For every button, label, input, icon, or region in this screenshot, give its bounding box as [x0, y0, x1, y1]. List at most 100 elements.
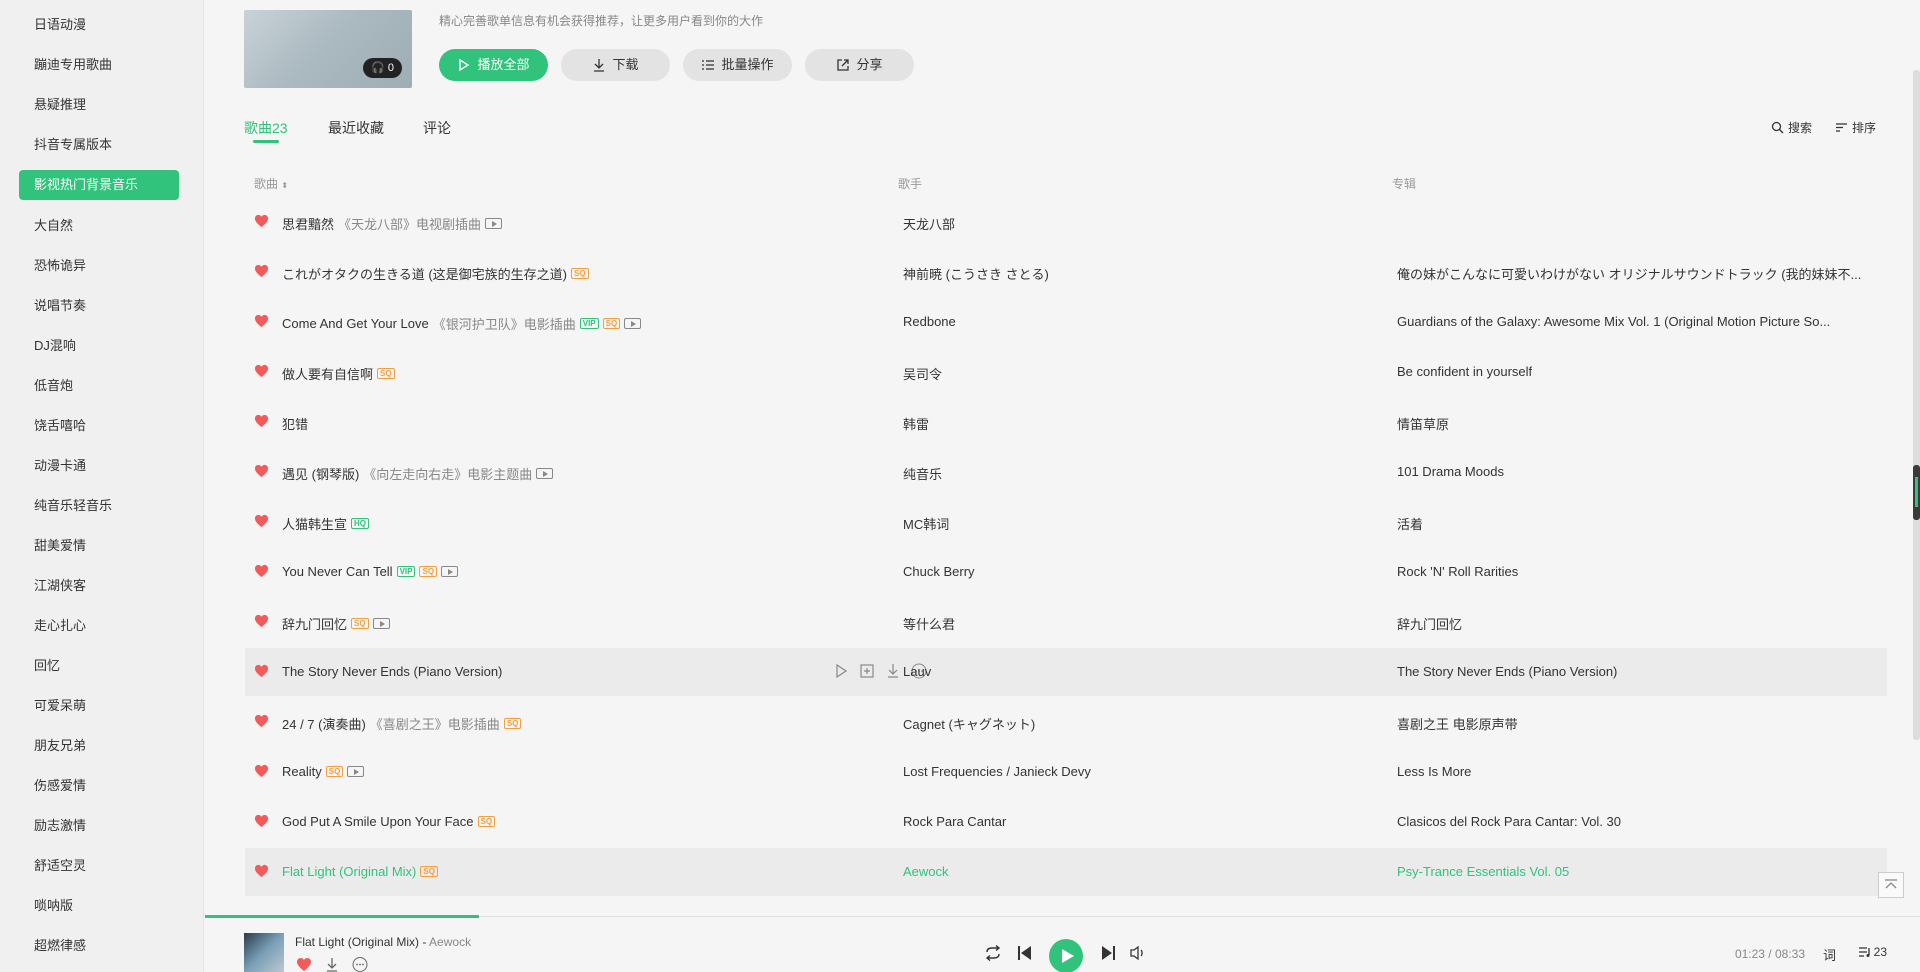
heart-icon[interactable] — [254, 714, 269, 728]
song-album[interactable]: Less Is More — [1397, 764, 1471, 779]
song-singer[interactable]: Cagnet (キャグネット) — [903, 714, 1035, 733]
song-album[interactable]: 俺の妹がこんなに可愛いわけがない オリジナルサウンドトラック (我的妹妹不... — [1397, 264, 1861, 283]
mv-icon[interactable] — [485, 218, 503, 229]
sidebar-item[interactable]: 日语动漫 — [19, 10, 179, 40]
heart-icon[interactable] — [254, 514, 269, 528]
song-album[interactable]: Clasicos del Rock Para Cantar: Vol. 30 — [1397, 814, 1621, 829]
song-row[interactable]: The Story Never Ends (Piano Version) Lauv… — [245, 648, 1887, 696]
search-button[interactable]: 搜索 — [1771, 119, 1812, 136]
song-singer[interactable]: 神前暁 (こうさき さとる) — [903, 264, 1049, 283]
song-singer[interactable]: Chuck Berry — [903, 564, 975, 579]
song-title[interactable]: Flat Light (Original Mix) SQ — [282, 864, 438, 879]
sidebar-item[interactable]: 低音炮 — [19, 371, 179, 401]
song-row[interactable]: You Never Can Tell VIP SQ Chuck Berry Rock '… — [245, 548, 1887, 596]
heart-icon[interactable] — [254, 664, 269, 678]
tab-songs[interactable]: 歌曲23 — [244, 118, 288, 138]
heart-icon[interactable] — [254, 564, 269, 578]
song-title[interactable]: これがオタクの生きる道 (这是御宅族的生存之道) SQ — [282, 264, 589, 283]
sidebar-item[interactable]: 唢呐版 — [19, 891, 179, 921]
song-album[interactable]: 喜剧之王 电影原声带 — [1397, 714, 1518, 733]
play-all-button[interactable]: 播放全部 — [439, 49, 548, 81]
heart-icon[interactable] — [254, 614, 269, 628]
mv-icon[interactable] — [347, 766, 365, 777]
song-title[interactable]: 做人要有自信啊 SQ — [282, 364, 395, 383]
sidebar-item[interactable]: 朋友兄弟 — [19, 731, 179, 761]
sidebar-item[interactable]: 伤感爱情 — [19, 771, 179, 801]
heart-icon[interactable] — [296, 957, 312, 972]
sidebar-item[interactable]: 蹦迪专用歌曲 — [19, 50, 179, 80]
heart-icon[interactable] — [254, 314, 269, 328]
song-title[interactable]: 人猫韩生宣 HQ — [282, 514, 370, 533]
play-icon[interactable] — [833, 663, 849, 679]
song-row[interactable]: 犯错 韩雷 情笛草原 — [245, 398, 1887, 446]
sidebar-item[interactable]: 说唱节奏 — [19, 291, 179, 321]
more-icon[interactable] — [352, 957, 368, 972]
heart-icon[interactable] — [254, 864, 269, 878]
sidebar-item[interactable]: 大自然 — [19, 211, 179, 241]
scrollbar-thumb[interactable] — [1913, 465, 1920, 520]
song-title[interactable]: 24 / 7 (演奏曲) 《喜剧之王》电影插曲 SQ — [282, 714, 522, 733]
mv-icon[interactable] — [624, 318, 642, 329]
song-album[interactable]: 活着 — [1397, 514, 1423, 533]
song-title[interactable]: Reality SQ — [282, 764, 365, 779]
sidebar-item[interactable]: 饶舌嘻哈 — [19, 411, 179, 441]
volume-icon[interactable] — [1130, 945, 1146, 961]
song-album[interactable]: Be confident in yourself — [1397, 364, 1532, 379]
song-singer[interactable]: 吴司令 — [903, 364, 942, 383]
sidebar-item[interactable]: 动漫卡通 — [19, 451, 179, 481]
back-to-top-button[interactable] — [1878, 872, 1904, 898]
song-row[interactable]: God Put A Smile Upon Your Face SQ Rock Par… — [245, 798, 1887, 846]
song-row[interactable]: Reality SQ Lost Frequencies / Janieck Devy… — [245, 748, 1887, 796]
song-singer[interactable]: Aewock — [903, 864, 949, 879]
sort-button[interactable]: 排序 — [1835, 119, 1876, 136]
column-header-song[interactable]: 歌曲 ⬍ — [254, 175, 288, 192]
tab-recent[interactable]: 最近收藏 — [328, 118, 384, 138]
sidebar-item[interactable]: 悬疑推理 — [19, 90, 179, 120]
song-title[interactable]: 思君黯然 《天龙八部》电视剧插曲 — [282, 214, 503, 233]
sidebar-item[interactable]: 恐怖诡异 — [19, 251, 179, 281]
song-singer[interactable]: MC韩词 — [903, 514, 949, 533]
batch-operation-button[interactable]: 批量操作 — [683, 49, 792, 81]
sidebar-item[interactable]: 超燃律感 — [19, 931, 179, 961]
mv-icon[interactable] — [372, 618, 390, 629]
heart-icon[interactable] — [254, 264, 269, 278]
share-button[interactable]: 分享 — [805, 49, 914, 81]
sidebar-item[interactable]: 励志激情 — [19, 811, 179, 841]
song-title[interactable]: You Never Can Tell VIP SQ — [282, 564, 459, 579]
song-singer[interactable]: Redbone — [903, 314, 956, 329]
song-row[interactable]: 做人要有自信啊 SQ 吴司令 Be confident in yourself — [245, 348, 1887, 396]
sidebar-item[interactable]: 甜美爱情 — [19, 531, 179, 561]
heart-icon[interactable] — [254, 364, 269, 378]
song-title[interactable]: 辞九门回忆 SQ — [282, 614, 390, 633]
song-album[interactable]: 情笛草原 — [1397, 414, 1449, 433]
song-row[interactable]: これがオタクの生きる道 (这是御宅族的生存之道) SQ 神前暁 (こうさき さとる)… — [245, 248, 1887, 296]
loop-mode-icon[interactable] — [984, 945, 1002, 961]
tab-comments[interactable]: 评论 — [423, 118, 451, 138]
song-album[interactable]: Psy-Trance Essentials Vol. 05 — [1397, 864, 1569, 879]
sidebar-item[interactable]: 舒适空灵 — [19, 851, 179, 881]
mv-icon[interactable] — [536, 468, 554, 479]
song-album[interactable]: Guardians of the Galaxy: Awesome Mix Vol… — [1397, 314, 1830, 329]
song-singer[interactable]: Rock Para Cantar — [903, 814, 1006, 829]
song-title[interactable]: 遇见 (钢琴版) 《向左走向右走》电影主题曲 — [282, 464, 554, 483]
song-album[interactable]: Rock 'N' Roll Rarities — [1397, 564, 1518, 579]
song-title[interactable]: 犯错 — [282, 414, 308, 433]
heart-icon[interactable] — [254, 464, 269, 478]
sidebar-item[interactable]: 影视热门背景音乐 — [19, 170, 179, 200]
heart-icon[interactable] — [254, 414, 269, 428]
song-title[interactable]: God Put A Smile Upon Your Face SQ — [282, 814, 496, 829]
song-singer[interactable]: 纯音乐 — [903, 464, 942, 483]
playback-progress[interactable] — [205, 915, 480, 918]
song-row[interactable]: Flat Light (Original Mix) SQ Aewock Psy-Tra… — [245, 848, 1887, 896]
heart-icon[interactable] — [254, 814, 269, 828]
song-row[interactable]: 思君黯然 《天龙八部》电视剧插曲 天龙八部 — [245, 198, 1887, 246]
play-pause-button[interactable] — [1049, 939, 1083, 972]
heart-icon[interactable] — [254, 764, 269, 778]
sidebar-item[interactable]: 回忆 — [19, 651, 179, 681]
mv-icon[interactable] — [441, 566, 459, 577]
sidebar-item[interactable]: 江湖侠客 — [19, 571, 179, 601]
song-row[interactable]: 人猫韩生宣 HQ MC韩词 活着 — [245, 498, 1887, 546]
download-icon[interactable] — [885, 663, 901, 679]
playlist-cover[interactable]: 🎧 0 — [244, 10, 412, 88]
song-title[interactable]: The Story Never Ends (Piano Version) — [282, 664, 502, 679]
